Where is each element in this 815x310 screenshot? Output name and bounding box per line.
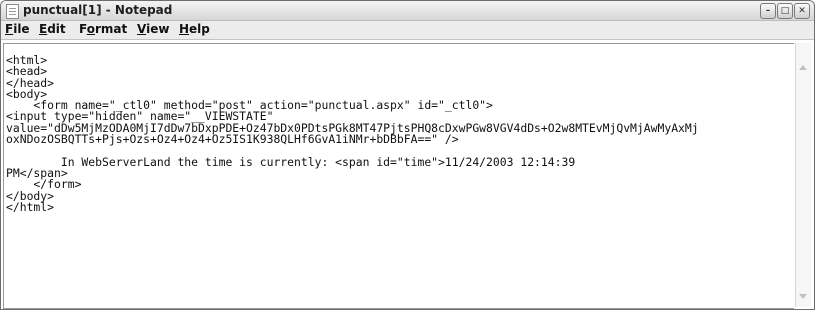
menu-format[interactable]: Format [79, 22, 127, 36]
doc-line: value="dDw5MjMzODA0MjI7dDw7bDxpPDE+Oz47b… [6, 120, 699, 147]
close-icon[interactable]: ✕ [794, 3, 810, 19]
minimize-icon[interactable]: – [760, 3, 776, 19]
maximize-icon[interactable]: □ [777, 3, 793, 19]
document-text: <html> <head> </head> <body> <form name=… [4, 44, 794, 213]
doc-line: In WebServerLand the time is currently: … [6, 154, 576, 169]
menu-view[interactable]: View [137, 22, 169, 36]
menu-format-text-post: rmat [94, 22, 128, 36]
scroll-down-arrow-icon[interactable] [799, 294, 807, 299]
menu-view-accelerator: V [137, 22, 147, 36]
menu-help-accelerator: H [179, 22, 190, 36]
menu-help[interactable]: Help [179, 22, 210, 36]
scroll-up-arrow-icon[interactable] [799, 65, 807, 70]
notepad-window: punctual[1] - Notepad – □ ✕ File Edit Form… [0, 0, 815, 310]
menu-edit-accelerator: E [39, 22, 48, 36]
text-editor[interactable]: <html> <head> </head> <body> <form name=… [3, 43, 794, 309]
notepad-icon[interactable] [6, 4, 19, 19]
menu-file[interactable]: File [5, 22, 30, 36]
menu-file-accelerator: F [5, 22, 14, 36]
menu-edit-text-post: dit [47, 22, 66, 36]
menu-bar: File Edit Format View Help [1, 21, 814, 40]
window-controls: – □ ✕ [759, 3, 810, 19]
doc-line: </html> [6, 199, 55, 214]
vertical-scrollbar[interactable] [795, 43, 811, 307]
title-bar[interactable]: punctual[1] - Notepad – □ ✕ [1, 1, 814, 21]
menu-view-text-post: iew [146, 22, 170, 36]
menu-edit[interactable]: Edit [39, 22, 66, 36]
menu-file-text-post: ile [13, 22, 30, 36]
menu-format-accelerator: o [86, 22, 95, 36]
menu-format-text-pre: F [79, 22, 87, 36]
window-title: punctual[1] - Notepad [23, 3, 173, 17]
menu-help-text-post: elp [189, 22, 210, 36]
